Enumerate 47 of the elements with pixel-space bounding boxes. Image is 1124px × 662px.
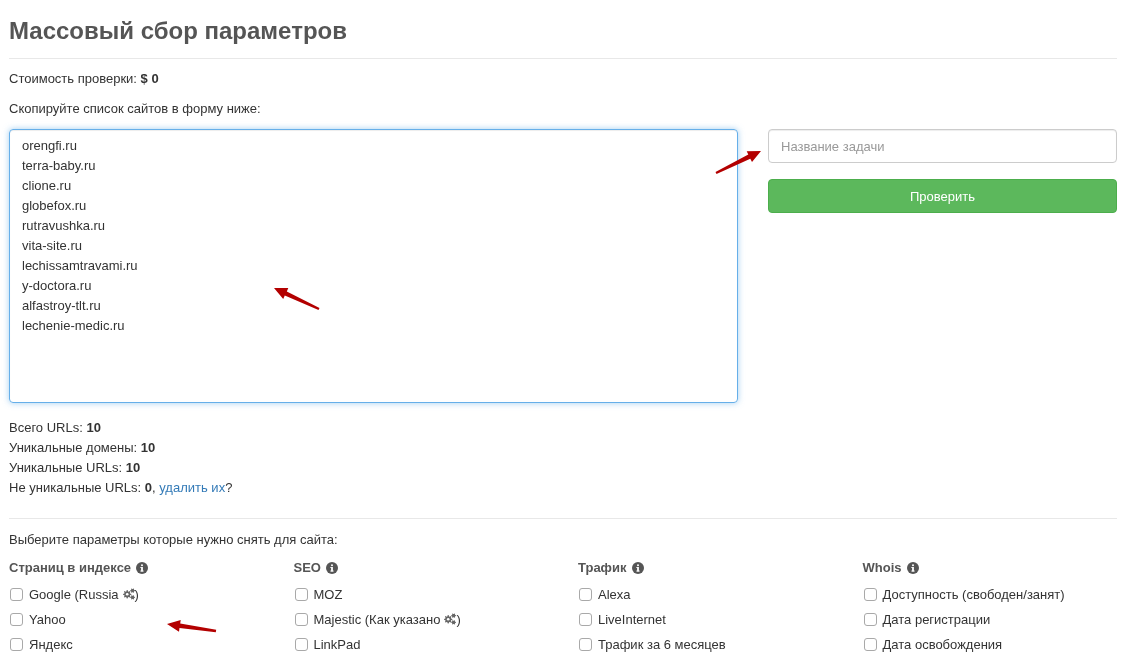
checkbox[interactable]	[10, 637, 23, 651]
option-label: Доступность (свободен/занят)	[882, 586, 1065, 602]
group-title: Трафик	[578, 559, 627, 577]
checkbox[interactable]	[10, 612, 23, 626]
sites-textarea[interactable]: orengfi.ru terra-baby.ru clione.ru globefox.ru rutravushka.ru vita-site.ru lechissamtravami.ru y-doctora.ru alfastroy-tlt.ru lechenie-medic.ru	[9, 129, 738, 403]
params-prompt: Выберите параметры которые нужно снять для сайта:	[9, 531, 339, 549]
checkbox[interactable]	[294, 637, 308, 651]
checkbox[interactable]	[294, 587, 308, 601]
info-icon	[631, 562, 644, 574]
checkbox[interactable]	[863, 637, 877, 651]
option-label: MOZ	[313, 586, 343, 602]
stat-text: Уникальные домены: 10	[9, 439, 157, 457]
option-label: Majestic (Как указано	[313, 611, 441, 627]
gears-icon	[122, 588, 135, 600]
stat-text: Не уникальные URLs: 0, удалить их?	[9, 479, 234, 497]
option-label: Дата регистрации	[882, 611, 991, 627]
option-label: )	[134, 586, 139, 602]
instruction-text: Скопируйте список сайтов в форму ниже:	[9, 100, 262, 118]
page-title: Массовый сбор параметров	[9, 17, 348, 45]
option-label: Яндекс	[29, 636, 73, 652]
option-label: Alexa	[598, 586, 631, 602]
checkbox[interactable]	[10, 587, 23, 601]
checkbox[interactable]	[579, 587, 592, 601]
task-name-input[interactable]: Название задачи	[768, 129, 1117, 163]
option-label: LinkPad	[313, 636, 361, 652]
cost-text: Стоимость проверки: $ 0	[9, 70, 160, 88]
option-label: Yahoo	[29, 611, 66, 627]
checkbox[interactable]	[579, 637, 592, 651]
option-label: Google (Russia	[29, 586, 119, 602]
option-label: Трафик за 6 месяцев	[598, 636, 726, 652]
checkbox[interactable]	[863, 587, 877, 601]
option-label: )	[456, 611, 461, 627]
group-title: Страниц в индексе	[9, 559, 132, 577]
stat-text: Уникальные URLs: 10	[9, 459, 142, 477]
delete-link[interactable]: удалить их	[159, 480, 226, 495]
info-icon	[136, 562, 149, 574]
checkbox[interactable]	[863, 612, 877, 626]
group-title: Whois	[862, 559, 902, 577]
stat-text: Всего URLs: 10	[9, 419, 102, 437]
info-icon	[325, 562, 338, 574]
group-title: SEO	[293, 559, 321, 577]
info-icon	[906, 562, 919, 574]
checkbox[interactable]	[294, 612, 308, 626]
option-label: LiveInternet	[598, 611, 666, 627]
option-label: Дата освобождения	[882, 636, 1003, 652]
checkbox[interactable]	[579, 612, 592, 626]
gears-icon	[444, 613, 457, 625]
